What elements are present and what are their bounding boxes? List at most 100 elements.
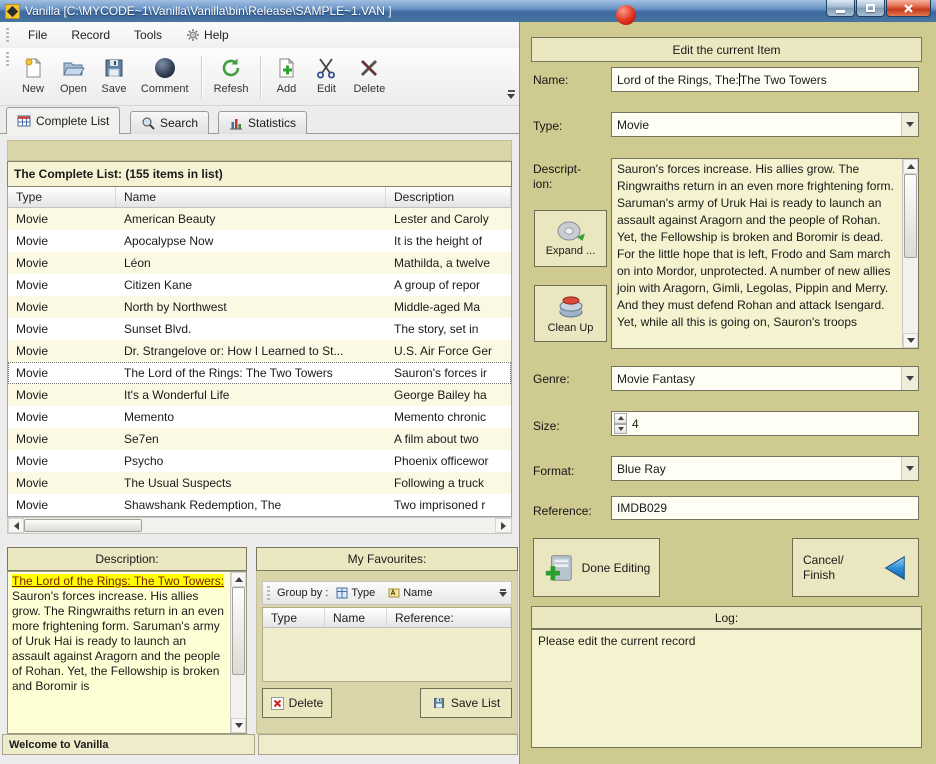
chevron-down-icon[interactable] — [901, 113, 918, 136]
fav-column-name[interactable]: Name — [325, 608, 387, 627]
toolbar-overflow[interactable] — [505, 88, 517, 104]
column-header-type[interactable]: Type — [8, 187, 116, 207]
column-header-description[interactable]: Description — [386, 187, 511, 207]
scrollbar-thumb[interactable] — [24, 519, 142, 532]
column-header-name[interactable]: Name — [116, 187, 386, 207]
cell-type: Movie — [8, 278, 116, 292]
favourites-delete-button[interactable]: Delete — [262, 688, 332, 718]
title-bar[interactable]: Vanilla [C:\MYCODE~1\Vanilla\Vanilla\bin… — [0, 0, 936, 22]
group-by-label: Group by : — [277, 587, 328, 599]
add-button[interactable]: Add — [266, 52, 306, 97]
open-button[interactable]: Open — [53, 52, 94, 97]
maximize-button[interactable] — [856, 0, 885, 17]
edit-button[interactable]: Edit — [306, 52, 346, 97]
clean-up-button-label: Clean Up — [548, 322, 594, 334]
table-row[interactable]: MovieCitizen KaneA group of repor — [8, 274, 511, 296]
description-scrollbar[interactable] — [230, 572, 246, 733]
fav-column-type[interactable]: Type — [263, 608, 325, 627]
cancel-finish-button[interactable]: Cancel/ Finish — [792, 538, 919, 597]
gear-icon — [186, 28, 200, 42]
app-icon[interactable] — [5, 4, 20, 19]
minimize-button[interactable] — [826, 0, 855, 17]
name-field[interactable]: Lord of the Rings, The: The Two Towers — [611, 67, 919, 92]
format-dropdown[interactable]: Blue Ray — [611, 456, 919, 481]
close-icon — [903, 3, 914, 14]
menu-tools[interactable]: Tools — [125, 25, 171, 45]
cell-name: Se7en — [116, 432, 386, 446]
group-by-type-button[interactable]: Type — [331, 585, 380, 601]
table-row[interactable]: MovieThe Usual SuspectsFollowing a truck — [8, 472, 511, 494]
cell-description: It is the height of — [386, 234, 511, 248]
group-toolbar-overflow[interactable] — [499, 589, 507, 597]
scroll-left-button[interactable] — [8, 518, 24, 533]
scroll-up-button[interactable] — [231, 572, 246, 587]
table-row[interactable]: MovieShawshank Redemption, TheTwo impris… — [8, 494, 511, 516]
stepper-up-button[interactable] — [614, 413, 627, 424]
clean-up-button[interactable]: Clean Up — [534, 285, 607, 342]
comment-button[interactable]: Comment — [134, 52, 196, 97]
new-button[interactable]: New — [13, 52, 53, 97]
scroll-down-button[interactable] — [231, 718, 246, 733]
done-editing-button[interactable]: Done Editing — [533, 538, 660, 597]
new-button-label: New — [22, 83, 44, 95]
description-textarea[interactable]: Sauron's forces increase. His allies gro… — [611, 158, 919, 349]
comment-sphere-icon — [152, 55, 178, 81]
size-stepper[interactable]: 4 — [611, 411, 919, 436]
table-row[interactable]: MovieLéonMathilda, a twelve — [8, 252, 511, 274]
table-row-selected[interactable]: MovieThe Lord of the Rings: The Two Towe… — [8, 362, 511, 384]
list-header: The Complete List: (155 items in list) — [7, 161, 512, 187]
description-body-text: Sauron's forces increase. His allies gro… — [12, 589, 224, 693]
chevron-down-icon[interactable] — [901, 367, 918, 390]
expand-button[interactable]: Expand ... — [534, 210, 607, 267]
reference-label: Reference: — [533, 504, 592, 518]
search-icon — [141, 116, 155, 130]
delete-button[interactable]: Delete — [346, 52, 392, 97]
scroll-down-button[interactable] — [903, 333, 918, 348]
description-textarea-scrollbar[interactable] — [902, 159, 918, 348]
table-row[interactable]: MovieAmerican BeautyLester and Caroly — [8, 208, 511, 230]
tab-statistics[interactable]: Statistics — [218, 111, 307, 134]
table-row[interactable]: MovieIt's a Wonderful LifeGeorge Bailey … — [8, 384, 511, 406]
menubar-grip — [6, 28, 9, 42]
menu-help[interactable]: Help — [177, 25, 238, 45]
table-row[interactable]: MovieSe7enA film about two — [8, 428, 511, 450]
scrollbar-thumb[interactable] — [904, 174, 917, 258]
chevron-down-icon[interactable] — [901, 457, 918, 480]
cell-type: Movie — [8, 212, 116, 226]
scrollbar-thumb[interactable] — [232, 587, 245, 675]
log-textarea[interactable]: Please edit the current record — [531, 629, 922, 748]
table-row[interactable]: MovieApocalypse NowIt is the height of — [8, 230, 511, 252]
fav-column-reference[interactable]: Reference: — [387, 608, 511, 627]
list-top-strip — [7, 140, 512, 161]
save-button[interactable]: Save — [94, 52, 134, 97]
menu-file-label: File — [28, 28, 47, 42]
genre-value: Movie Fantasy — [617, 372, 695, 386]
genre-dropdown[interactable]: Movie Fantasy — [611, 366, 919, 391]
genre-label: Genre: — [533, 372, 570, 386]
progress-bar — [258, 734, 518, 755]
table-row[interactable]: MovieDr. Strangelove or: How I Learned t… — [8, 340, 511, 362]
log-header: Log: — [531, 606, 922, 629]
stepper-down-button[interactable] — [614, 424, 627, 435]
close-button[interactable] — [886, 0, 931, 17]
refresh-button[interactable]: Refesh — [207, 52, 256, 97]
scroll-right-button[interactable] — [495, 518, 511, 533]
tab-search[interactable]: Search — [130, 111, 209, 134]
log-text: Please edit the current record — [538, 634, 695, 648]
menu-file[interactable]: File — [19, 25, 56, 45]
table-row[interactable]: MovieSunset Blvd.The story, set in — [8, 318, 511, 340]
scroll-up-button[interactable] — [903, 159, 918, 174]
table-row[interactable]: MovieMementoMemento chronic — [8, 406, 511, 428]
table-row[interactable]: MoviePsychoPhoenix officewor — [8, 450, 511, 472]
table-row[interactable]: MovieNorth by NorthwestMiddle-aged Ma — [8, 296, 511, 318]
tab-complete-list[interactable]: Complete List — [6, 107, 120, 134]
done-editing-label: Done Editing — [582, 561, 651, 575]
type-dropdown[interactable]: Movie — [611, 112, 919, 137]
reference-field[interactable]: IMDB029 — [611, 496, 919, 520]
menu-help-label: Help — [204, 28, 229, 42]
group-by-name-button[interactable]: Name — [383, 585, 437, 601]
menu-record[interactable]: Record — [62, 25, 119, 45]
save-list-button[interactable]: Save List — [420, 688, 512, 718]
horizontal-scrollbar[interactable] — [7, 517, 512, 534]
refresh-button-label: Refesh — [214, 83, 249, 95]
